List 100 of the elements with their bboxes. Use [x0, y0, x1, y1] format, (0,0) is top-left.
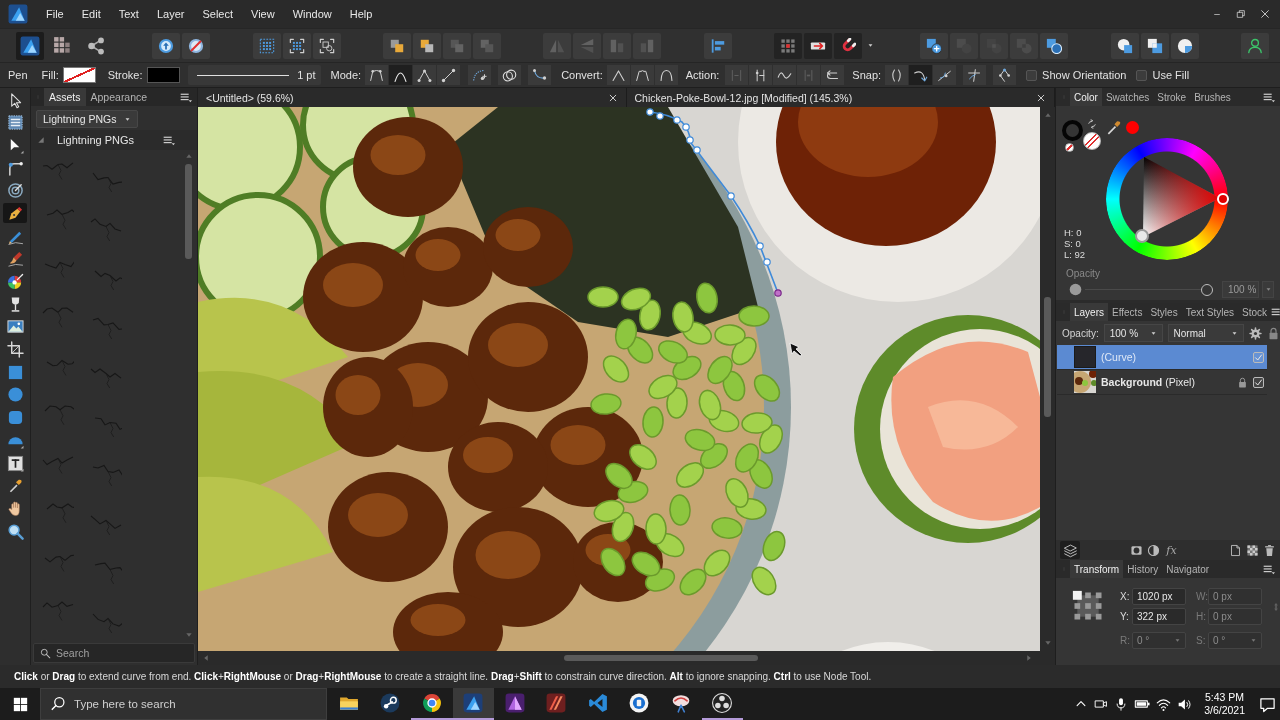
- layers-button[interactable]: [1060, 541, 1080, 559]
- panel-tab[interactable]: Brushes: [1190, 88, 1235, 106]
- dotted-grid-button[interactable]: [252, 32, 281, 59]
- curve-node[interactable]: [656, 112, 664, 120]
- frame-shapes-button[interactable]: [312, 32, 341, 59]
- square-overlap-button[interactable]: [1140, 32, 1169, 59]
- magnet-button[interactable]: [833, 32, 862, 59]
- notification-icon[interactable]: [1259, 695, 1276, 713]
- close-icon[interactable]: [1036, 92, 1046, 103]
- fill-swatch[interactable]: [62, 67, 96, 83]
- panel-tab[interactable]: Transform: [1070, 560, 1124, 578]
- menu-item[interactable]: Edit: [72, 3, 110, 25]
- layer-row[interactable]: Background (Pixel): [1057, 370, 1267, 395]
- panel-tab[interactable]: Navigator: [1162, 560, 1214, 578]
- curve-node[interactable]: [756, 242, 764, 250]
- curve-node[interactable]: [646, 108, 654, 116]
- menu-item[interactable]: Help: [340, 3, 382, 25]
- checkbox-label[interactable]: Use Fill: [1152, 69, 1190, 81]
- tool-button[interactable]: [3, 203, 27, 224]
- divide-shape-button[interactable]: [1040, 32, 1069, 59]
- return-arrow-button[interactable]: [821, 65, 845, 85]
- swap-arrow-icon[interactable]: [1087, 119, 1097, 129]
- eyedropper-icon[interactable]: [1106, 119, 1122, 135]
- scrollbar-thumb[interactable]: [185, 164, 192, 259]
- search-field[interactable]: Search: [33, 643, 195, 663]
- wifi-icon[interactable]: [1156, 696, 1172, 712]
- dotted-frame-button[interactable]: [282, 32, 311, 59]
- smooth-curve-button[interactable]: [389, 65, 413, 85]
- menu-item[interactable]: View: [242, 3, 284, 25]
- stacked-squares-button[interactable]: [413, 32, 441, 59]
- mask-button[interactable]: [1129, 543, 1143, 557]
- menu-item[interactable]: File: [37, 3, 73, 25]
- menu-icon[interactable]: [1263, 563, 1275, 575]
- stacked-squares-button[interactable]: [383, 32, 411, 59]
- opacity-dropdown[interactable]: 100 %: [1103, 324, 1163, 342]
- category-dropdown[interactable]: Lightning PNGs: [36, 110, 138, 128]
- panel-tab[interactable]: Assets: [44, 88, 86, 106]
- menu-item[interactable]: Window: [283, 3, 341, 25]
- adjustment-button[interactable]: [1146, 543, 1160, 557]
- stroke-width-field[interactable]: 1 pt: [187, 65, 321, 85]
- menu-item[interactable]: Select: [193, 3, 242, 25]
- axis-snap-button[interactable]: [963, 65, 987, 85]
- persona-button[interactable]: [16, 31, 44, 60]
- node-snap-button[interactable]: [993, 65, 1017, 85]
- checkbox[interactable]: [1136, 69, 1148, 81]
- stroke-swatch[interactable]: [146, 67, 180, 83]
- color-triangle[interactable]: [1143, 157, 1220, 237]
- menu-icon[interactable]: [163, 134, 175, 146]
- panel-tab[interactable]: History: [1123, 560, 1163, 578]
- curve-node[interactable]: [686, 136, 694, 144]
- node-bars-button[interactable]: [749, 65, 773, 85]
- flat-top-node-button[interactable]: [630, 65, 654, 85]
- align-left-button[interactable]: [703, 32, 732, 59]
- visibility-checkbox[interactable]: [1253, 351, 1264, 363]
- line-segment-button[interactable]: [437, 65, 461, 85]
- curve-node[interactable]: [763, 258, 771, 266]
- sharp-corner-button[interactable]: [606, 65, 630, 85]
- panel-tab[interactable]: Swatches: [1101, 88, 1154, 106]
- overlap-circles-button[interactable]: [498, 65, 522, 85]
- menu-icon[interactable]: [180, 91, 192, 103]
- lock-button[interactable]: [1267, 326, 1280, 340]
- arrow-box-button[interactable]: [803, 32, 832, 59]
- checkbox[interactable]: [1026, 69, 1038, 81]
- number-field[interactable]: 1020 px: [1132, 588, 1186, 605]
- bracket-pair-button[interactable]: [885, 65, 909, 85]
- checker-button[interactable]: [1246, 543, 1259, 557]
- dot-grid-button[interactable]: [773, 32, 802, 59]
- taskbar-app-button[interactable]: [452, 688, 494, 720]
- menu-icon[interactable]: [1263, 91, 1275, 103]
- anchor-grid-icon[interactable]: [1072, 590, 1104, 622]
- search-field[interactable]: Type here to search: [40, 688, 327, 720]
- opacity-slider[interactable]: [1085, 283, 1213, 296]
- scrollbar-thumb[interactable]: [1044, 297, 1051, 417]
- round-node-button[interactable]: [654, 65, 678, 85]
- curve-node[interactable]: [693, 146, 701, 154]
- panel-tab[interactable]: Effects: [1108, 303, 1147, 321]
- badge-strike-button[interactable]: [182, 32, 211, 59]
- curve-node[interactable]: [774, 289, 782, 297]
- new-layer-button[interactable]: [1229, 543, 1242, 557]
- delete-button[interactable]: [1263, 543, 1276, 557]
- panel-tab[interactable]: Stroke: [1153, 88, 1191, 106]
- menu-item[interactable]: Layer: [147, 3, 194, 25]
- node-curve-button[interactable]: [365, 65, 389, 85]
- panel-tab[interactable]: Layers: [1070, 303, 1108, 321]
- curve-snap-button[interactable]: [909, 65, 933, 85]
- camera-icon[interactable]: [1094, 697, 1109, 711]
- scrollbar-thumb[interactable]: [564, 655, 758, 661]
- add-shape-button[interactable]: [920, 32, 949, 59]
- lock-icon[interactable]: [1237, 376, 1248, 388]
- curve-node[interactable]: [682, 123, 690, 131]
- corner-lines-button[interactable]: [413, 65, 437, 85]
- visibility-checkbox[interactable]: [1253, 376, 1264, 388]
- fill-swatch[interactable]: [1083, 132, 1101, 150]
- curve-join-button[interactable]: [528, 65, 552, 85]
- person-button[interactable]: [1240, 32, 1269, 59]
- curve-node[interactable]: [673, 116, 681, 124]
- clock-date[interactable]: 3/6/2021: [1204, 704, 1245, 717]
- clock-time[interactable]: 5:43 PM: [1205, 691, 1245, 704]
- color-swatch[interactable]: [1126, 120, 1139, 134]
- menu-item[interactable]: Text: [109, 3, 148, 25]
